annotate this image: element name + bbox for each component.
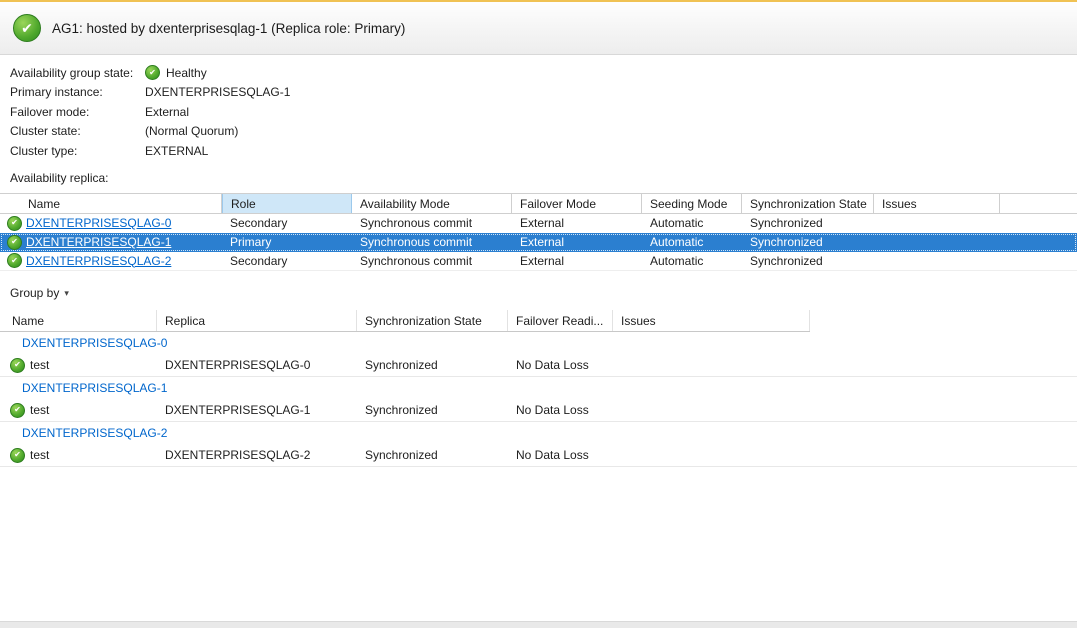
availability-replicas-grid: Name Role Availability Mode Failover Mod… xyxy=(0,193,1077,271)
replica-cell: DXENTERPRISESQLAG-2 xyxy=(157,448,357,462)
column-header-seeding-mode[interactable]: Seeding Mode xyxy=(642,194,742,213)
availability-mode-cell: Synchronous commit xyxy=(352,235,512,249)
replica-link[interactable]: DXENTERPRISESQLAG-0 xyxy=(26,216,171,230)
role-cell: Secondary xyxy=(222,216,352,230)
database-name-cell: ✔ test xyxy=(0,448,157,463)
summary-row: Primary instance: DXENTERPRISESQLAG-1 xyxy=(10,83,1077,103)
seeding-mode-cell: Automatic xyxy=(642,235,742,249)
column-header-name[interactable]: Name xyxy=(0,310,157,331)
replica-row[interactable]: ✔ DXENTERPRISESQLAG-2 Secondary Synchron… xyxy=(0,252,1077,271)
synchronization-state-cell: Synchronized xyxy=(742,216,874,230)
availability-replica-label: Availability replica: xyxy=(10,171,1077,185)
group-replica-name: DXENTERPRISESQLAG-2 xyxy=(22,426,167,440)
replica-name-cell: ✔ DXENTERPRISESQLAG-0 xyxy=(0,216,222,231)
database-row[interactable]: ✔ test DXENTERPRISESQLAG-0 Synchronized … xyxy=(0,355,1077,377)
database-name: test xyxy=(30,448,49,462)
column-header-replica[interactable]: Replica xyxy=(157,310,357,331)
column-header-filler xyxy=(1000,194,1077,213)
healthy-check-icon: ✔ xyxy=(7,216,22,231)
synchronization-state-cell: Synchronized xyxy=(742,235,874,249)
database-row[interactable]: ✔ test DXENTERPRISESQLAG-1 Synchronized … xyxy=(0,400,1077,422)
replica-name-cell: ✔ DXENTERPRISESQLAG-1 xyxy=(0,235,222,250)
column-header-failover-readiness[interactable]: Failover Readi... xyxy=(508,310,613,331)
chevron-down-icon: ▾ xyxy=(64,286,69,299)
failover-readiness-cell: No Data Loss xyxy=(508,358,613,372)
cluster-type-value: EXTERNAL xyxy=(145,144,208,158)
column-header-synchronization-state[interactable]: Synchronization State xyxy=(742,194,874,213)
summary-label: Cluster state: xyxy=(10,124,145,138)
healthy-check-icon: ✔ xyxy=(10,448,25,463)
summary-row: Failover mode: External xyxy=(10,102,1077,122)
availability-mode-cell: Synchronous commit xyxy=(352,216,512,230)
summary-label: Availability group state: xyxy=(10,66,145,80)
role-cell: Secondary xyxy=(222,254,352,268)
page-title: AG1: hosted by dxenterprisesqlag-1 (Repl… xyxy=(52,21,405,36)
replica-group-row[interactable]: DXENTERPRISESQLAG-1 xyxy=(0,377,1077,400)
summary-panel: Availability group state: ✔ Healthy Prim… xyxy=(0,55,1077,161)
seeding-mode-cell: Automatic xyxy=(642,216,742,230)
healthy-check-icon: ✔ xyxy=(10,358,25,373)
availability-mode-cell: Synchronous commit xyxy=(352,254,512,268)
failover-mode-cell: External xyxy=(512,216,642,230)
summary-label: Cluster type: xyxy=(10,144,145,158)
synchronization-state-cell: Synchronized xyxy=(357,448,508,462)
failover-readiness-cell: No Data Loss xyxy=(508,448,613,462)
seeding-mode-cell: Automatic xyxy=(642,254,742,268)
column-header-availability-mode[interactable]: Availability Mode xyxy=(352,194,512,213)
replica-row[interactable]: ✔ DXENTERPRISESQLAG-0 Secondary Synchron… xyxy=(0,214,1077,233)
healthy-check-icon: ✔ xyxy=(10,403,25,418)
group-replica-name: DXENTERPRISESQLAG-0 xyxy=(22,336,167,350)
replica-name-cell: ✔ DXENTERPRISESQLAG-2 xyxy=(0,253,222,268)
databases-grid-header: Name Replica Synchronization State Failo… xyxy=(0,310,810,332)
column-header-name[interactable]: Name xyxy=(0,194,222,213)
synchronization-state-cell: Synchronized xyxy=(742,254,874,268)
dashboard-header: ✔ AG1: hosted by dxenterprisesqlag-1 (Re… xyxy=(0,2,1077,55)
cluster-state-value: (Normal Quorum) xyxy=(145,124,238,138)
healthy-check-icon: ✔ xyxy=(7,235,22,250)
column-header-issues[interactable]: Issues xyxy=(613,310,810,331)
summary-row: Availability group state: ✔ Healthy xyxy=(10,63,1077,83)
failover-mode-cell: External xyxy=(512,235,642,249)
replica-row-selected[interactable]: ✔ DXENTERPRISESQLAG-1 Primary Synchronou… xyxy=(0,233,1077,252)
failover-mode-value: External xyxy=(145,105,189,119)
window-bottom-edge xyxy=(0,621,1077,628)
database-name-cell: ✔ test xyxy=(0,358,157,373)
replica-group-row[interactable]: DXENTERPRISESQLAG-0 xyxy=(0,332,1077,355)
replica-cell: DXENTERPRISESQLAG-0 xyxy=(157,358,357,372)
summary-row: Cluster state: (Normal Quorum) xyxy=(10,122,1077,142)
healthy-check-icon: ✔ xyxy=(7,253,22,268)
group-by-dropdown[interactable]: Group by ▾ xyxy=(10,286,69,300)
synchronization-state-cell: Synchronized xyxy=(357,358,508,372)
replicas-grid-header: Name Role Availability Mode Failover Mod… xyxy=(0,193,1077,214)
synchronization-state-cell: Synchronized xyxy=(357,403,508,417)
summary-label: Primary instance: xyxy=(10,85,145,99)
group-replica-name: DXENTERPRISESQLAG-1 xyxy=(22,381,167,395)
database-name: test xyxy=(30,403,49,417)
database-row[interactable]: ✔ test DXENTERPRISESQLAG-2 Synchronized … xyxy=(0,445,1077,467)
replica-link[interactable]: DXENTERPRISESQLAG-2 xyxy=(26,254,171,268)
failover-readiness-cell: No Data Loss xyxy=(508,403,613,417)
database-name: test xyxy=(30,358,49,372)
column-header-failover-mode[interactable]: Failover Mode xyxy=(512,194,642,213)
column-header-role[interactable]: Role xyxy=(222,194,352,213)
database-name-cell: ✔ test xyxy=(0,403,157,418)
replica-cell: DXENTERPRISESQLAG-1 xyxy=(157,403,357,417)
summary-label: Failover mode: xyxy=(10,105,145,119)
availability-group-state-value: Healthy xyxy=(166,66,207,80)
column-header-issues[interactable]: Issues xyxy=(874,194,1000,213)
primary-instance-value: DXENTERPRISESQLAG-1 xyxy=(145,85,290,99)
failover-mode-cell: External xyxy=(512,254,642,268)
replica-group-row[interactable]: DXENTERPRISESQLAG-2 xyxy=(0,422,1077,445)
replica-link[interactable]: DXENTERPRISESQLAG-1 xyxy=(26,235,171,249)
databases-grid: Name Replica Synchronization State Failo… xyxy=(0,310,1077,467)
group-by-label: Group by xyxy=(10,286,59,300)
healthy-check-icon: ✔ xyxy=(145,65,160,80)
summary-row: Cluster type: EXTERNAL xyxy=(10,141,1077,161)
healthy-check-icon: ✔ xyxy=(13,14,41,42)
role-cell: Primary xyxy=(222,235,352,249)
column-header-synchronization-state[interactable]: Synchronization State xyxy=(357,310,508,331)
